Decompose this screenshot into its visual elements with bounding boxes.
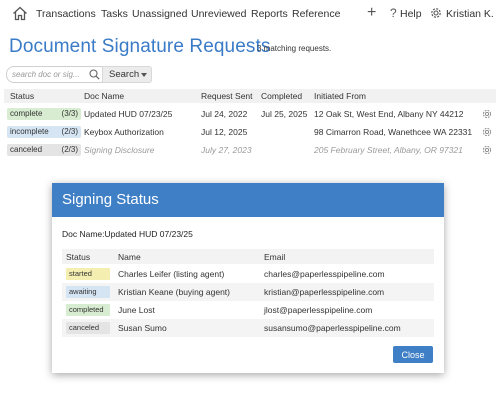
- signer-name: Charles Leifer (listing agent): [118, 269, 225, 279]
- request-sent: Jul 24, 2022: [201, 109, 248, 119]
- table-header: Status Doc Name Request Sent Completed I…: [4, 89, 496, 103]
- status-badge: completed: [66, 304, 110, 316]
- gear-icon[interactable]: [482, 109, 492, 119]
- gear-icon[interactable]: [482, 127, 492, 137]
- doc-name[interactable]: Signing Disclosure: [84, 145, 154, 155]
- status-badge: canceled (2/3): [7, 144, 81, 156]
- doc-name-value: Updated HUD 07/23/25: [104, 229, 193, 239]
- gear-icon[interactable]: [430, 7, 442, 19]
- col-status[interactable]: Status: [10, 91, 34, 101]
- home-icon[interactable]: [12, 6, 28, 21]
- modal-doc-name: Doc Name:Updated HUD 07/23/25: [62, 229, 193, 239]
- signer-row: started Charles Leifer (listing agent) c…: [62, 265, 434, 283]
- nav-tasks[interactable]: Tasks: [101, 8, 128, 20]
- col-email: Email: [264, 252, 286, 262]
- signer-email: susansumo@paperlesspipeline.com: [264, 323, 401, 333]
- nav-reference[interactable]: Reference: [292, 8, 340, 20]
- signer-name: Kristian Keane (buying agent): [118, 287, 230, 297]
- nav-unassigned[interactable]: Unassigned: [132, 8, 187, 20]
- search-button-label: Search: [109, 69, 140, 80]
- doc-name-label: Doc Name:: [62, 229, 105, 239]
- col-initiated-from[interactable]: Initiated From: [314, 91, 366, 101]
- signer-row: canceled Susan Sumo susansumo@paperlessp…: [62, 319, 434, 337]
- signer-row: completed June Lost jlost@paperlesspipel…: [62, 301, 434, 319]
- table-row[interactable]: incomplete (2/3) Keybox Authorization Jul…: [4, 124, 496, 141]
- status-badge: started: [66, 268, 110, 280]
- col-status: Status: [66, 252, 91, 262]
- nav-unreviewed[interactable]: Unreviewed: [191, 8, 246, 20]
- gear-icon[interactable]: [482, 145, 492, 155]
- modal-table-header: Status Name Email: [62, 249, 434, 264]
- signer-name: Susan Sumo: [118, 323, 167, 333]
- search-icon[interactable]: [89, 69, 100, 80]
- status-badge: awaiting: [66, 286, 110, 298]
- doc-name[interactable]: Updated HUD 07/23/25: [84, 109, 172, 119]
- user-menu[interactable]: Kristian K.: [446, 8, 494, 20]
- request-sent: July 27, 2023: [201, 145, 252, 155]
- nav-reports[interactable]: Reports: [251, 8, 288, 20]
- nav-help[interactable]: Help: [400, 8, 422, 20]
- initiated-from[interactable]: 98 Cimarron Road, Wanethcee WA 22331: [314, 127, 472, 137]
- col-doc-name[interactable]: Doc Name: [84, 91, 124, 101]
- status-badge: complete (3/3): [7, 108, 81, 120]
- search-button[interactable]: Search: [102, 66, 152, 83]
- col-request-sent[interactable]: Request Sent: [201, 91, 253, 101]
- chevron-down-icon: [141, 73, 147, 77]
- completed-date: Jul 25, 2025: [261, 109, 308, 119]
- search-input[interactable]: [12, 68, 87, 80]
- request-sent: Jul 12, 2025: [201, 127, 248, 137]
- signing-status-modal: Signing Status Doc Name:Updated HUD 07/2…: [52, 183, 444, 373]
- match-count: 3 matching requests.: [257, 44, 332, 53]
- search-box: [6, 66, 104, 83]
- initiated-from[interactable]: 12 Oak St, West End, Albany NY 44212: [314, 109, 463, 119]
- signer-row: awaiting Kristian Keane (buying agent) k…: [62, 283, 434, 301]
- doc-name[interactable]: Keybox Authorization: [84, 127, 164, 137]
- table-row[interactable]: complete (3/3) Updated HUD 07/23/25 Jul 2…: [4, 106, 496, 123]
- status-badge: canceled: [66, 322, 110, 334]
- help-icon[interactable]: ?: [390, 6, 397, 20]
- col-completed[interactable]: Completed: [261, 91, 302, 101]
- top-nav: Transactions Tasks Unassigned Unreviewed…: [0, 0, 500, 28]
- signer-name: June Lost: [118, 305, 155, 315]
- col-name: Name: [118, 252, 141, 262]
- nav-transactions[interactable]: Transactions: [36, 8, 96, 20]
- table-row[interactable]: canceled (2/3) Signing Disclosure July 27…: [4, 142, 496, 159]
- plus-icon[interactable]: +: [367, 5, 376, 21]
- signer-email: charles@paperlesspipeline.com: [264, 269, 385, 279]
- modal-header: Signing Status: [52, 183, 444, 217]
- page-title: Document Signature Requests: [9, 36, 271, 57]
- modal-title: Signing Status: [62, 191, 159, 208]
- close-button[interactable]: Close: [393, 346, 433, 363]
- signer-email: jlost@paperlesspipeline.com: [264, 305, 373, 315]
- signer-email: kristian@paperlesspipeline.com: [264, 287, 385, 297]
- initiated-from[interactable]: 205 February Street, Albany, OR 97321: [314, 145, 463, 155]
- status-badge: incomplete (2/3): [7, 126, 81, 138]
